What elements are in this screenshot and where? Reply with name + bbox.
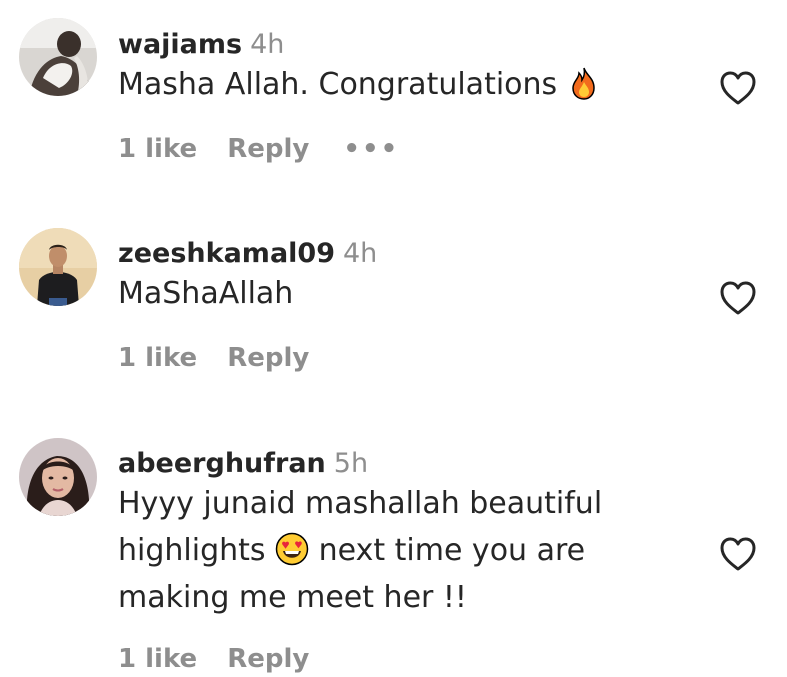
fire-emoji bbox=[567, 66, 601, 100]
timestamp[interactable]: 5h bbox=[334, 448, 368, 479]
comment-text-line: Hyyy junaid mashallah beautiful bbox=[118, 486, 603, 521]
comment-text: Hyyy junaid mashallah beautiful highligh… bbox=[118, 480, 687, 621]
comment-text-line: making me meet her !! bbox=[118, 580, 467, 615]
comment-header: wajiams 4h bbox=[118, 27, 687, 63]
avatar[interactable] bbox=[19, 18, 97, 96]
heart-outline-icon[interactable] bbox=[719, 70, 757, 106]
heart-outline-icon[interactable] bbox=[719, 280, 757, 316]
heart-eyes-emoji bbox=[275, 532, 309, 566]
comment-text-content: MaShaAllah bbox=[118, 276, 294, 311]
timestamp[interactable]: 4h bbox=[250, 29, 284, 60]
comment-actions: 1 like Reply ••• bbox=[118, 134, 399, 164]
heart-outline-icon[interactable] bbox=[719, 536, 757, 572]
username[interactable]: abeerghufran bbox=[118, 448, 326, 479]
comment-text-line: highlights next time you are bbox=[118, 527, 687, 574]
likes-count[interactable]: 1 like bbox=[118, 644, 197, 674]
comment-actions: 1 like Reply bbox=[118, 644, 309, 674]
username[interactable]: zeeshkamal09 bbox=[118, 238, 335, 269]
likes-count[interactable]: 1 like bbox=[118, 134, 197, 164]
comment-header: zeeshkamal09 4h bbox=[118, 236, 687, 272]
comment-actions: 1 like Reply bbox=[118, 343, 309, 373]
comment-text-content: Masha Allah. Congratulations bbox=[118, 67, 558, 102]
reply-button[interactable]: Reply bbox=[227, 644, 309, 674]
username[interactable]: wajiams bbox=[118, 29, 242, 60]
avatar[interactable] bbox=[19, 228, 97, 306]
reply-button[interactable]: Reply bbox=[227, 343, 309, 373]
comment-text-content: highlights bbox=[118, 533, 266, 568]
likes-count[interactable]: 1 like bbox=[118, 343, 197, 373]
comment-text-content: next time you are bbox=[318, 533, 586, 568]
timestamp[interactable]: 4h bbox=[343, 238, 377, 269]
reply-button[interactable]: Reply bbox=[227, 134, 309, 164]
more-options-icon[interactable]: ••• bbox=[343, 134, 399, 164]
comment-text: MaShaAllah bbox=[118, 270, 687, 317]
avatar[interactable] bbox=[19, 438, 97, 516]
comment-header: abeerghufran 5h bbox=[118, 446, 687, 482]
comment-text: Masha Allah. Congratulations bbox=[118, 61, 687, 108]
